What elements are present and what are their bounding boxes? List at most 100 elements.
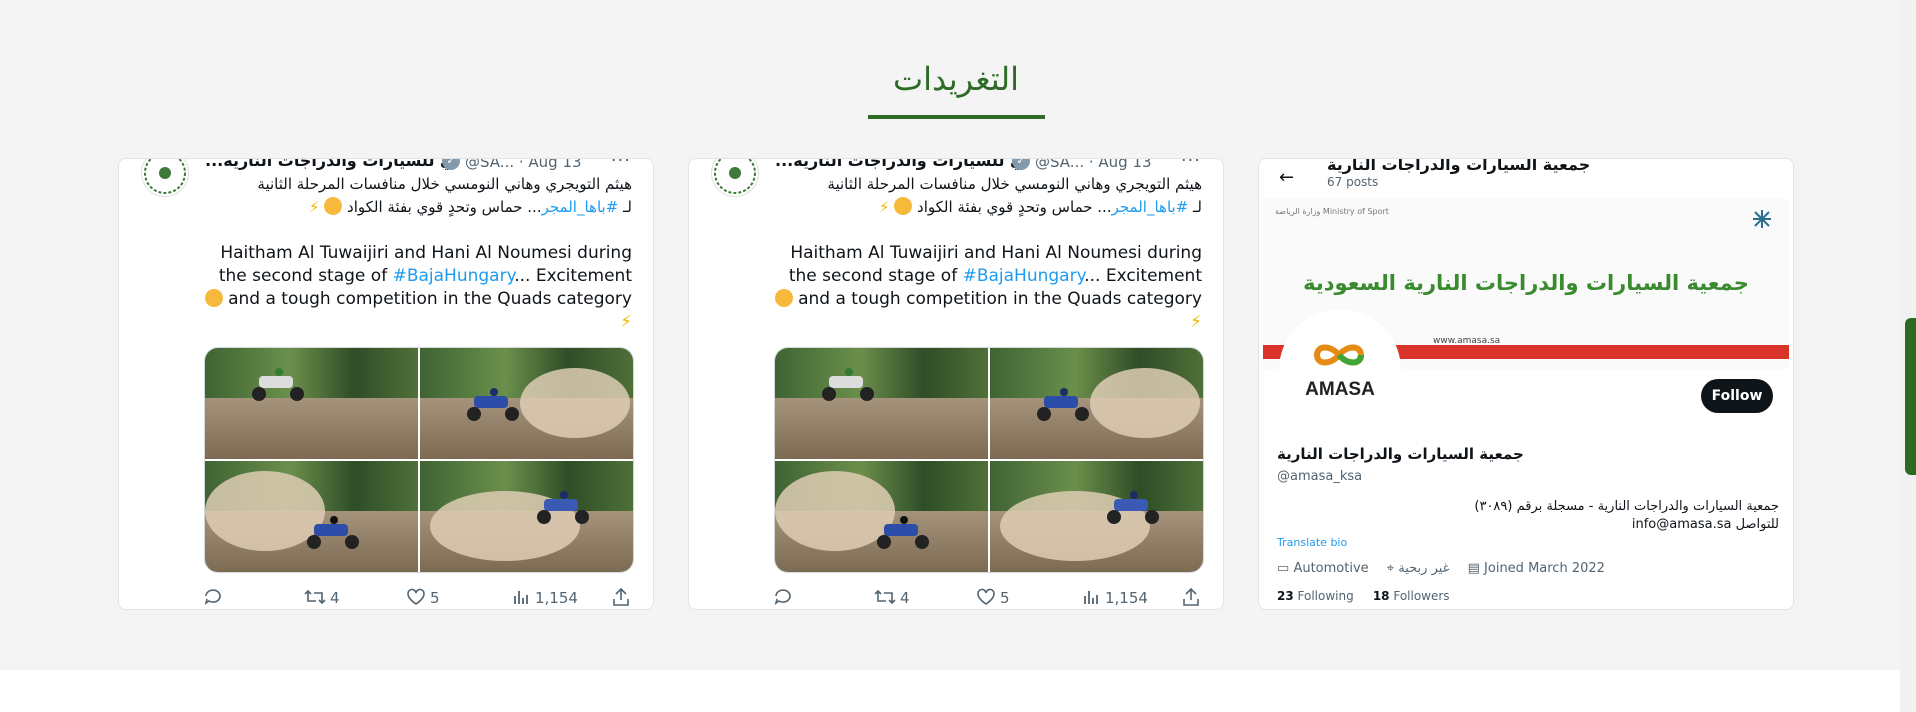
profile-post-count: 67 posts: [1327, 175, 1379, 189]
tweet-photo-grid[interactable]: [774, 347, 1204, 573]
tweet-photo-4[interactable]: [420, 461, 633, 572]
more-options-icon[interactable]: ···: [611, 159, 631, 171]
verified-badge-icon: ✓: [442, 159, 460, 170]
section-title: التغريدات: [892, 60, 1020, 98]
tweet-photo-1[interactable]: [775, 348, 988, 459]
tweet-photo-1[interactable]: [205, 348, 418, 459]
follow-button[interactable]: Follow: [1701, 379, 1773, 413]
views-button[interactable]: 1,154: [511, 587, 578, 607]
tweet-author-name[interactable]: ...ي للسيارات والدراجات النارية: [775, 159, 1025, 170]
profile-joined: Joined March 2022: [1484, 561, 1605, 576]
reply-button[interactable]: [773, 587, 797, 607]
lightning-emoji-icon: ⚡: [308, 198, 320, 216]
more-options-icon[interactable]: ···: [1181, 159, 1201, 171]
heart-icon: [977, 588, 995, 605]
tweet-photo-2[interactable]: [420, 348, 633, 459]
retweet-button[interactable]: 4: [304, 587, 340, 607]
english-suffix: ... Excitement: [514, 266, 632, 286]
retweet-icon: [874, 589, 896, 605]
banner-title: جمعية السيارات والدراجات النارية السعودي…: [1303, 271, 1749, 295]
tweet-embed-2[interactable]: ...ي للسيارات والدراجات النارية ✓ @SA...…: [688, 158, 1224, 610]
briefcase-icon: ▭: [1277, 561, 1290, 576]
tweet-embed-1[interactable]: ...ي للسيارات والدراجات النارية ✓ @SA...…: [118, 158, 654, 610]
english-line3: and a tough competition in the Quads cat…: [228, 289, 632, 309]
like-button[interactable]: 5: [406, 587, 440, 607]
retweet-icon: [304, 589, 326, 605]
tweet-photo-grid[interactable]: [204, 347, 634, 573]
profile-follow-counts: 23 Following 18 Followers: [1277, 589, 1450, 603]
reply-icon: [774, 589, 791, 605]
section-title-underline: [868, 115, 1045, 119]
views-count: 1,154: [1105, 589, 1148, 607]
profile-category: Automotive: [1293, 561, 1369, 576]
tweet-text-english-line2: the second stage of #BajaHungary... Exci…: [172, 265, 632, 288]
hashtag-link-arabic[interactable]: #باها_المجر: [542, 198, 619, 216]
tweet-text-english-line3: and a tough competition in the Quads cat…: [172, 288, 632, 311]
followers-label: Followers: [1393, 589, 1450, 603]
tweet-text-arabic-line1: هيثم التويجري وهاني النومسي خلال منافسات…: [257, 175, 632, 193]
profile-embed[interactable]: ← جمعية السيارات والدراجات النارية 67 po…: [1258, 158, 1794, 610]
like-button[interactable]: 5: [976, 587, 1010, 607]
tweet-text-english-line4: ⚡: [172, 311, 632, 334]
hashtag-link-english[interactable]: #BajaHungary: [963, 266, 1085, 286]
profile-meta: ▭ Automotive ⌖ غير ربحية ▤ Joined March …: [1277, 561, 1619, 576]
calendar-icon: ▤: [1467, 561, 1480, 576]
translate-bio-link[interactable]: Translate bio: [1277, 536, 1347, 549]
tweet-photo-3[interactable]: [205, 461, 418, 572]
share-icon: [1183, 587, 1199, 606]
english-prefix: the second stage of: [218, 266, 393, 286]
tweet-actions: 4 5 1,154: [119, 587, 653, 609]
arabic-suffix: ... حماس وتحدٍ قوي بفئة الكواد: [917, 198, 1112, 216]
share-icon: [613, 587, 629, 606]
star-struck-emoji-icon: [204, 289, 223, 307]
share-button[interactable]: [611, 587, 635, 607]
following-count: 23: [1277, 589, 1294, 603]
followers-link[interactable]: 18 Followers: [1373, 589, 1450, 603]
followers-count: 18: [1372, 589, 1390, 603]
english-prefix: the second stage of: [788, 266, 963, 286]
lightning-emoji-icon: ⚡: [1190, 312, 1202, 332]
tweet-handle-date[interactable]: @SA... · Aug 13: [1035, 159, 1152, 171]
star-struck-emoji-icon: [894, 197, 913, 215]
retweet-count: 4: [330, 589, 340, 607]
hashtag-link-arabic[interactable]: #باها_المجر: [1112, 198, 1189, 216]
arabic-prefix: لـ: [618, 198, 632, 216]
following-label: Following: [1297, 589, 1354, 603]
star-struck-emoji-icon: [324, 197, 343, 215]
amasa-infinity-logo-icon: [1313, 344, 1365, 366]
profile-location: غير ربحية: [1398, 561, 1450, 576]
tweet-text-arabic-line1: هيثم التويجري وهاني النومسي خلال منافسات…: [827, 175, 1202, 193]
tweet-photo-4[interactable]: [990, 461, 1203, 572]
heart-icon: [407, 588, 425, 605]
like-count: 5: [1000, 589, 1010, 607]
lightning-emoji-icon: ⚡: [878, 198, 890, 216]
english-line3: and a tough competition in the Quads cat…: [798, 289, 1202, 309]
reply-button[interactable]: [203, 587, 227, 607]
lightning-emoji-icon: ⚡: [620, 312, 632, 332]
tweet-photo-3[interactable]: [775, 461, 988, 572]
following-link[interactable]: 23 Following: [1277, 589, 1354, 603]
page-scrollbar-thumb[interactable]: [1905, 318, 1916, 475]
tweet-photo-2[interactable]: [990, 348, 1203, 459]
location-pin-icon: ⌖: [1386, 561, 1395, 576]
share-button[interactable]: [1181, 587, 1205, 607]
profile-handle: @amasa_ksa: [1277, 469, 1363, 484]
tweet-text-arabic-line2: لـ #باها_المجر... حماس وتحدٍ قوي بفئة ال…: [742, 196, 1202, 219]
tweet-text-english-line2: the second stage of #BajaHungary... Exci…: [742, 265, 1202, 288]
profile-name: جمعية السيارات والدراجات النارية: [1277, 445, 1524, 463]
tweet-actions: 4 5 1,154: [689, 587, 1223, 609]
views-button[interactable]: 1,154: [1081, 587, 1148, 607]
hashtag-link-english[interactable]: #BajaHungary: [393, 266, 515, 286]
arabic-prefix: لـ: [1188, 198, 1202, 216]
views-chart-icon: [1084, 591, 1098, 604]
english-suffix: ... Excitement: [1084, 266, 1202, 286]
profile-header-title: جمعية السيارات والدراجات النارية: [1327, 158, 1591, 174]
profile-avatar[interactable]: AMASA: [1279, 309, 1401, 431]
tweet-handle-date[interactable]: @SA... · Aug 13: [465, 159, 582, 171]
tweet-author-name[interactable]: ...ي للسيارات والدراجات النارية: [205, 159, 455, 170]
retweet-button[interactable]: 4: [874, 587, 910, 607]
avatar-wordmark: AMASA: [1305, 379, 1375, 400]
back-arrow-icon[interactable]: ←: [1279, 167, 1294, 188]
verified-badge-icon: ✓: [1012, 159, 1030, 170]
tweet-text-english-line4: ⚡: [742, 311, 1202, 334]
